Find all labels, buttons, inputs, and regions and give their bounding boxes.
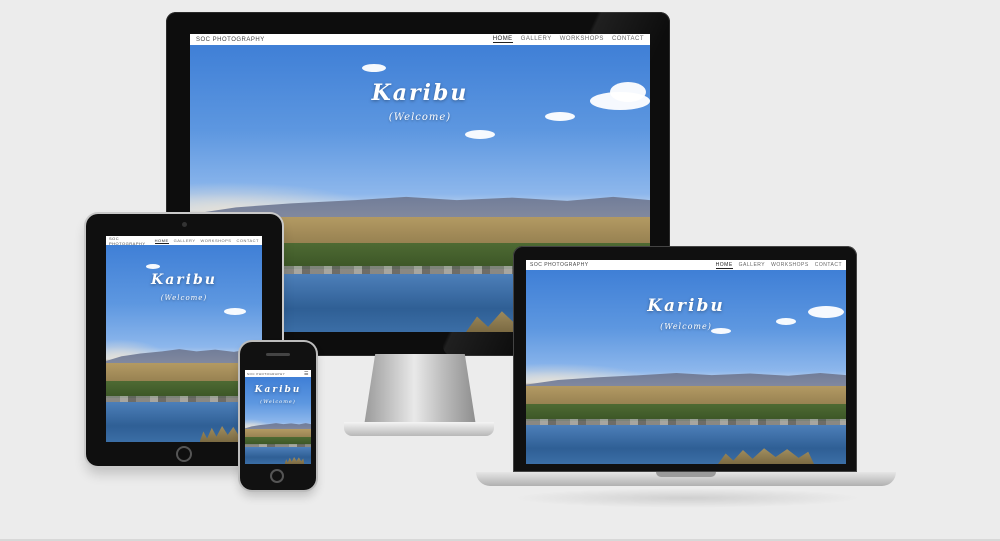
- hero-image: Karibu (Welcome): [106, 244, 262, 442]
- nav-contact[interactable]: CONTACT: [612, 36, 644, 43]
- nav-home[interactable]: HOME: [154, 238, 169, 244]
- laptop-shadow: [512, 488, 862, 508]
- nav-workshops[interactable]: WORKSHOPS: [771, 262, 809, 269]
- tablet-camera-icon: [182, 222, 187, 227]
- nav-gallery[interactable]: GALLERY: [174, 238, 196, 244]
- brand-logo[interactable]: SOC PHOTOGRAPHY: [530, 262, 589, 268]
- nav-workshops[interactable]: WORKSHOPS: [560, 36, 604, 43]
- hero-image: Karibu (Welcome): [245, 377, 311, 464]
- responsive-mockup: Karibu (Welcome) SOC PHOTOGRAPHY HOME GA…: [0, 0, 1000, 541]
- hero-title: Karibu: [151, 272, 217, 288]
- nav-home[interactable]: HOME: [492, 36, 513, 43]
- hero-subtitle: (Welcome): [260, 399, 296, 405]
- hero-title: Karibu: [371, 80, 469, 106]
- phone-screen: Karibu (Welcome) SOC PHOTOGRAPHY ☰: [245, 370, 311, 464]
- site-navbar: SOC PHOTOGRAPHY ☰: [245, 370, 311, 377]
- home-button-icon: [176, 446, 192, 462]
- site-navbar: SOC PHOTOGRAPHY HOME GALLERY WORKSHOPS C…: [190, 34, 650, 45]
- nav-workshops[interactable]: WORKSHOPS: [201, 238, 232, 244]
- nav-home[interactable]: HOME: [715, 262, 733, 269]
- phone-speaker-icon: [266, 353, 290, 356]
- hero-title: Karibu: [647, 296, 725, 316]
- hero-image: Karibu (Welcome): [526, 270, 846, 464]
- hero-subtitle: (Welcome): [660, 322, 712, 331]
- nav-contact[interactable]: CONTACT: [236, 238, 259, 244]
- hero-subtitle: (Welcome): [388, 112, 452, 123]
- brand-logo[interactable]: SOC PHOTOGRAPHY: [196, 37, 265, 43]
- menu-icon[interactable]: ☰: [304, 371, 309, 377]
- nav-gallery[interactable]: GALLERY: [521, 36, 552, 43]
- brand-logo[interactable]: SOC PHOTOGRAPHY: [109, 236, 150, 246]
- home-button-icon: [270, 469, 284, 483]
- hero-title: Karibu: [254, 385, 302, 395]
- nav-contact[interactable]: CONTACT: [815, 262, 842, 269]
- tablet-screen: Karibu (Welcome) SOC PHOTOGRAPHY HOME GA…: [106, 236, 262, 442]
- nav-gallery[interactable]: GALLERY: [739, 262, 765, 269]
- site-navbar: SOC PHOTOGRAPHY HOME GALLERY WORKSHOPS C…: [526, 260, 846, 270]
- brand-logo[interactable]: SOC PHOTOGRAPHY: [247, 372, 285, 376]
- monitor-base: [344, 422, 494, 436]
- laptop-trackpad-notch: [656, 472, 716, 477]
- monitor-stand: [364, 354, 476, 426]
- site-navbar: SOC PHOTOGRAPHY HOME GALLERY WORKSHOPS C…: [106, 236, 262, 246]
- hero-subtitle: (Welcome): [160, 294, 208, 302]
- laptop-screen: Karibu (Welcome) SOC PHOTOGRAPHY HOME GA…: [526, 260, 846, 464]
